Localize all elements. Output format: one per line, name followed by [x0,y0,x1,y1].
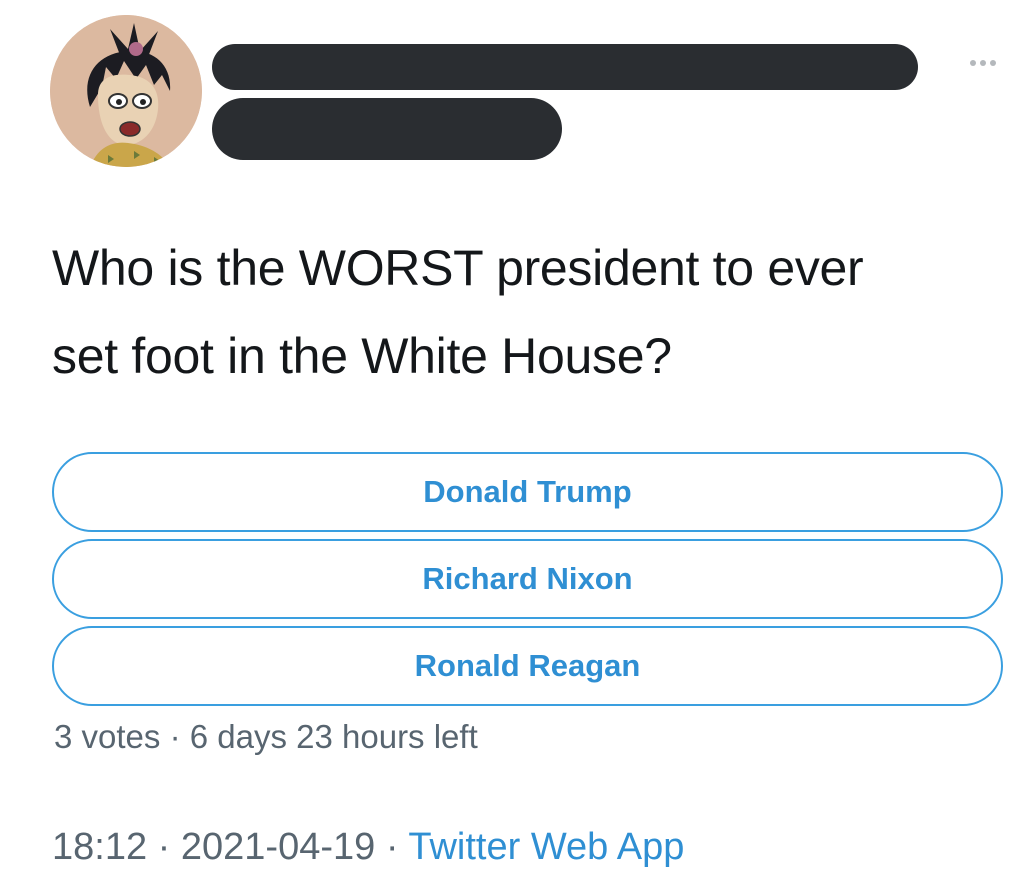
avatar-image [50,15,202,167]
tweet-text: Who is the WORST president to ever set f… [52,240,864,384]
avatar[interactable] [50,15,202,167]
redacted-display-name [212,44,918,90]
poll-time-left: 6 days 23 hours left [189,718,478,755]
tweet-source-link[interactable]: Twitter Web App [408,826,684,868]
more-horizontal-icon[interactable] [958,48,1008,78]
poll-status: 3 votes · 6 days 23 hours left [54,718,478,756]
tweet: Who is the WORST president to ever set f… [0,0,1024,879]
poll-option-richard-nixon[interactable]: Richard Nixon [52,539,1003,619]
tweet-date[interactable]: 2021-04-19 [181,826,375,868]
poll: Donald Trump Richard Nixon Ronald Reagan [52,452,1003,713]
tweet-footer: 18:12 · 2021-04-19 · Twitter Web App [52,826,684,869]
redacted-username [212,98,562,160]
tweet-time[interactable]: 18:12 [52,826,147,868]
footer-separator: · [147,826,181,868]
poll-meta-separator: · [160,718,190,755]
poll-option-ronald-reagan[interactable]: Ronald Reagan [52,626,1003,706]
footer-separator: · [375,826,409,868]
poll-option-donald-trump[interactable]: Donald Trump [52,452,1003,532]
poll-vote-count: 3 votes [54,718,161,755]
